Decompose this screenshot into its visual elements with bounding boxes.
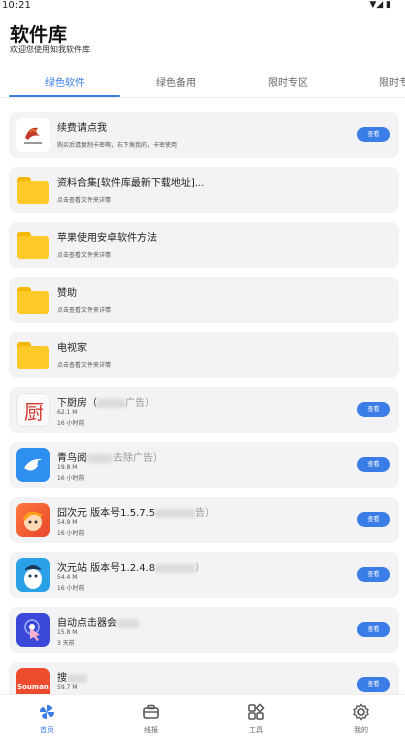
status-bar: 10:21 ▼◢ ▮ xyxy=(0,0,405,14)
tab-limited-zone-2[interactable]: 限时专区 xyxy=(344,74,405,89)
item-title: 苹果使用安卓软件方法 xyxy=(57,233,157,244)
tab-limited-zone[interactable]: 限时专区 xyxy=(233,74,343,89)
view-button[interactable]: 查看 xyxy=(357,622,390,637)
signal-icon: ▼◢ ▮ xyxy=(369,0,391,10)
folder-icon xyxy=(16,338,50,372)
bird-icon xyxy=(16,448,50,482)
item-title: 赞助 xyxy=(57,288,77,299)
nav-label: 工具 xyxy=(249,726,263,734)
nav-label: 首页 xyxy=(40,726,54,734)
item-age: 16 小时前 xyxy=(57,475,85,482)
list-item[interactable]: 囧次元 版本号1.5.7.5 告） 54.9 M 16 小时前 查看 xyxy=(9,497,399,543)
item-desc: 点击查看文件夹详情 xyxy=(57,307,112,314)
item-title: 自动点击器会 xyxy=(57,614,139,629)
briefcase-icon xyxy=(143,704,159,719)
item-size: 59.7 M xyxy=(57,684,78,691)
tap-icon xyxy=(16,613,50,647)
gear-icon xyxy=(353,703,369,721)
item-size: 15.8 M xyxy=(57,629,78,636)
item-title: 次元站 版本号1.2.4.8） xyxy=(57,563,206,574)
item-age: 16 小时前 xyxy=(57,530,85,537)
grid-icon xyxy=(248,703,265,720)
tab-green-backup[interactable]: 绿色备用 xyxy=(121,74,231,89)
item-title: 电视家 xyxy=(57,343,87,354)
item-title: 下厨房（ 广告） xyxy=(57,398,155,409)
item-desc: 点击查看文件夹详情 xyxy=(57,362,112,369)
status-time: 10:21 xyxy=(2,0,31,11)
view-button[interactable]: 查看 xyxy=(357,402,390,417)
item-size: 54.9 M xyxy=(57,519,78,526)
list-item[interactable]: 续费请点我 购买后请复制卡密啊，右下角我的，卡密使用 查看 xyxy=(9,112,399,158)
anime-icon xyxy=(16,503,50,537)
item-desc: 点击查看文件夹详情 xyxy=(57,197,112,204)
list-item[interactable]: 厨 下厨房（ 广告） 62.1 M 16 小时前 查看 xyxy=(9,387,399,433)
nav-me[interactable]: 我的 xyxy=(331,703,391,735)
software-list: 续费请点我 购买后请复制卡密啊，右下角我的，卡密使用 查看 资料合集[软件库最新… xyxy=(9,112,399,717)
tab-green-software[interactable]: 绿色软件 xyxy=(10,74,120,89)
item-age: 16 小时前 xyxy=(57,420,85,427)
penguin-icon xyxy=(16,558,50,592)
item-size: 19.8 M xyxy=(57,464,78,471)
svg-text:厨: 厨 xyxy=(24,400,44,424)
item-age: 16 小时前 xyxy=(57,585,85,592)
nav-tools[interactable]: 工具 xyxy=(226,703,286,735)
logo-icon xyxy=(16,118,50,152)
nav-news[interactable]: 线报 xyxy=(121,703,181,735)
item-desc: 点击查看文件夹详情 xyxy=(57,252,112,259)
category-tabs: 绿色软件 绿色备用 限时专区 限时专区 xyxy=(0,70,405,98)
nav-home[interactable]: 首页 xyxy=(17,703,77,735)
bottom-nav: 首页 线报 工具 我的 xyxy=(0,694,405,737)
item-title: 青鸟阅 去除广告） xyxy=(57,453,163,464)
tab-indicator xyxy=(9,95,120,97)
page-title: 软件库 xyxy=(10,24,68,46)
item-title: 资料合集[软件库最新下载地址]... xyxy=(57,178,205,189)
list-item[interactable]: 青鸟阅 去除广告） 19.8 M 16 小时前 查看 xyxy=(9,442,399,488)
folder-icon xyxy=(16,228,50,262)
item-size: 54.4 M xyxy=(57,574,78,581)
view-button[interactable]: 查看 xyxy=(357,127,390,142)
pinwheel-icon xyxy=(40,705,54,719)
folder-icon xyxy=(16,173,50,207)
kitchen-icon: 厨 xyxy=(16,393,50,427)
item-title: 囧次元 版本号1.5.7.5 告） xyxy=(57,508,216,519)
souman-logo-text: Souman xyxy=(17,683,49,691)
item-title: 续费请点我 xyxy=(57,123,107,134)
view-button[interactable]: 查看 xyxy=(357,457,390,472)
list-item[interactable]: 资料合集[软件库最新下载地址]... 点击查看文件夹详情 xyxy=(9,167,399,213)
list-item[interactable]: 赞助 点击查看文件夹详情 xyxy=(9,277,399,323)
page-subtitle: 欢迎您使用知我软件库 xyxy=(10,45,90,54)
list-item[interactable]: 自动点击器会 15.8 M 3 天前 查看 xyxy=(9,607,399,653)
item-size: 62.1 M xyxy=(57,409,78,416)
item-desc: 购买后请复制卡密啊，右下角我的，卡密使用 xyxy=(57,142,178,149)
item-age: 3 天前 xyxy=(57,640,75,647)
view-button[interactable]: 查看 xyxy=(357,677,390,692)
folder-icon xyxy=(16,283,50,317)
view-button[interactable]: 查看 xyxy=(357,567,390,582)
list-item[interactable]: 电视家 点击查看文件夹详情 xyxy=(9,332,399,378)
list-item[interactable]: 次元站 版本号1.2.4.8） 54.4 M 16 小时前 查看 xyxy=(9,552,399,598)
nav-label: 线报 xyxy=(144,726,158,734)
list-item[interactable]: 苹果使用安卓软件方法 点击查看文件夹详情 xyxy=(9,222,399,268)
item-title: 搜 xyxy=(57,669,87,684)
view-button[interactable]: 查看 xyxy=(357,512,390,527)
nav-label: 我的 xyxy=(354,726,368,734)
